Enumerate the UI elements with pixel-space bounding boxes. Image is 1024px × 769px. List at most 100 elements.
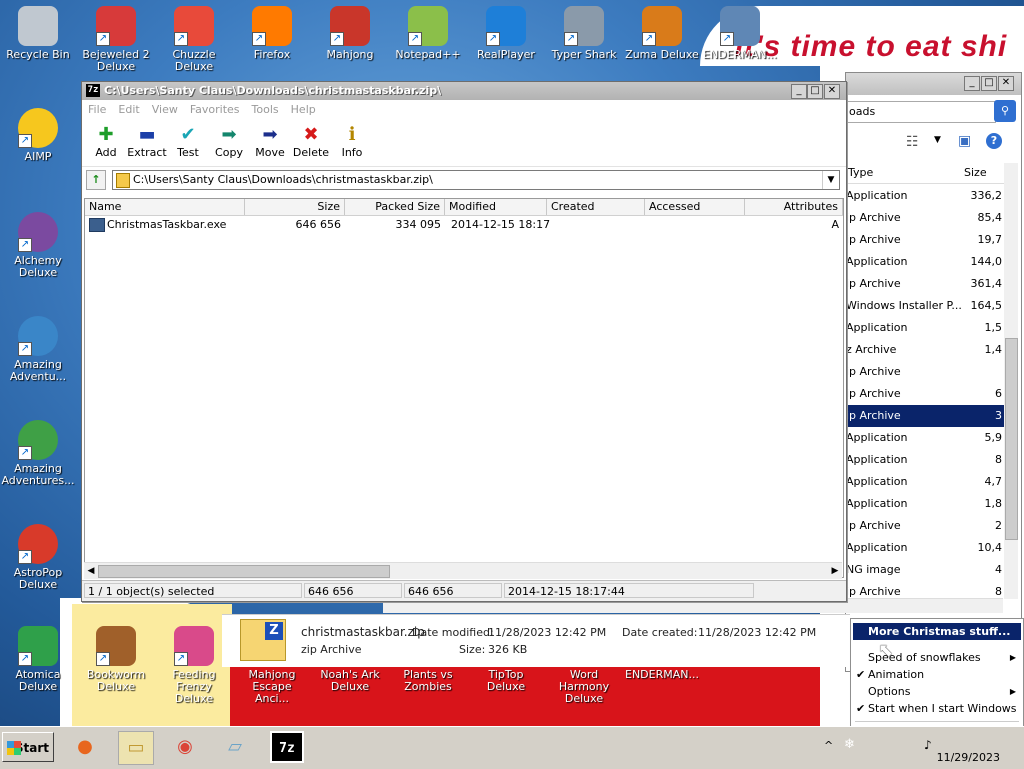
- chevron-down-icon[interactable]: ▼: [934, 135, 941, 145]
- list-item[interactable]: Application 5,9: [846, 427, 1004, 449]
- desktop-icon-typer-shark[interactable]: ↗ Typer Shark: [546, 0, 622, 61]
- scroll-right-arrow[interactable]: ▶: [828, 563, 842, 579]
- close-button[interactable]: ✕: [998, 76, 1014, 91]
- firefox-icon[interactable]: ●: [68, 731, 102, 763]
- explorer-vertical-scrollbar[interactable]: [1004, 163, 1018, 599]
- scroll-left-arrow[interactable]: ◀: [84, 563, 98, 579]
- shortcut-arrow-icon: ↗: [486, 32, 500, 46]
- column-size[interactable]: Size: [245, 199, 345, 215]
- menu-file[interactable]: File: [88, 100, 106, 120]
- menu-item-animation[interactable]: ✔ Animation: [853, 666, 1021, 683]
- list-item[interactable]: ip Archive: [846, 361, 1004, 383]
- menu-item-start-when-i-start-windows[interactable]: ✔ Start when I start Windows: [853, 700, 1021, 717]
- column-name[interactable]: Name: [85, 199, 245, 215]
- column-modified[interactable]: Modified: [445, 199, 547, 215]
- close-button[interactable]: ✕: [824, 84, 840, 99]
- list-item[interactable]: ip Archive 19,7: [846, 229, 1004, 251]
- list-item[interactable]: Windows Installer P... 164,5: [846, 295, 1004, 317]
- delete-button[interactable]: ✖ Delete: [291, 120, 331, 159]
- list-item[interactable]: NG image 4: [846, 559, 1004, 581]
- list-item[interactable]: Application 1,8: [846, 493, 1004, 515]
- start-button[interactable]: Start: [2, 732, 54, 762]
- menu-item-more-christmas-stuff[interactable]: More Christmas stuff...: [853, 623, 1021, 640]
- sevenzip-titlebar[interactable]: 7z C:\Users\Santy Claus\Downloads\christ…: [82, 82, 846, 100]
- copy-button[interactable]: ➡ Copy: [209, 120, 249, 159]
- list-item[interactable]: Application 4,7: [846, 471, 1004, 493]
- search-icon[interactable]: ⚲: [994, 100, 1016, 122]
- list-item[interactable]: ip Archive 2: [846, 515, 1004, 537]
- column-type[interactable]: Type: [848, 166, 873, 179]
- table-row[interactable]: ChristmasTaskbar.exe 646 656 334 095 2014-1…: [85, 216, 843, 233]
- info-button[interactable]: ℹ Info: [332, 120, 372, 159]
- list-item[interactable]: z Archive 1,4: [846, 339, 1004, 361]
- tray-expand-icon[interactable]: ^: [824, 739, 833, 752]
- desktop-icon-chuzzle-deluxe[interactable]: ↗ Chuzzle Deluxe: [156, 0, 232, 73]
- desktop-icon-feeding-frenzy-deluxe[interactable]: ↗ Feeding Frenzy Deluxe: [156, 620, 232, 705]
- horizontal-scrollbar[interactable]: ◀ ▶: [84, 562, 842, 579]
- file-explorer-icon[interactable]: ▭: [118, 731, 154, 765]
- minimize-button[interactable]: _: [791, 84, 807, 99]
- menu-tools[interactable]: Tools: [252, 100, 279, 120]
- column-created[interactable]: Created: [547, 199, 645, 215]
- desktop-icon-enderman[interactable]: ↗ ENDERMAN...: [702, 0, 778, 61]
- desktop-icon-bookworm-deluxe[interactable]: ↗ Bookworm Deluxe: [78, 620, 154, 693]
- sevenzip-window[interactable]: 7z C:\Users\Santy Claus\Downloads\christ…: [81, 81, 847, 602]
- menu-item-options[interactable]: Options ▶: [853, 683, 1021, 700]
- list-item[interactable]: Application 144,0: [846, 251, 1004, 273]
- scrollbar-thumb[interactable]: [98, 565, 390, 578]
- desktop-icon-alchemy-deluxe[interactable]: ↗ Alchemy Deluxe: [0, 206, 76, 279]
- list-item[interactable]: Application 8: [846, 449, 1004, 471]
- notepad-icon[interactable]: ▱: [218, 731, 252, 763]
- extract-button[interactable]: ▬ Extract: [127, 120, 167, 159]
- add-button[interactable]: ✚ Add: [86, 120, 126, 159]
- menu-favorites[interactable]: Favorites: [190, 100, 240, 120]
- explorer-search-field[interactable]: oads: [846, 101, 996, 123]
- move-button[interactable]: ➡ Move: [250, 120, 290, 159]
- desktop-icon-recycle-bin[interactable]: Recycle Bin: [0, 0, 76, 61]
- scrollbar-thumb[interactable]: [1005, 338, 1018, 540]
- minimize-button[interactable]: _: [964, 76, 980, 91]
- desktop-icon-atomica-deluxe[interactable]: ↗ Atomica Deluxe: [0, 620, 76, 693]
- desktop-icon-amazing-adventures[interactable]: ↗ Amazing Adventures...: [0, 414, 76, 487]
- test-button[interactable]: ✔ Test: [168, 120, 208, 159]
- list-item[interactable]: Application 10,4: [846, 537, 1004, 559]
- list-item[interactable]: Application 1,5: [846, 317, 1004, 339]
- detail-modified-value: 11/28/2023 12:42 PM: [488, 626, 607, 639]
- menu-view[interactable]: View: [152, 100, 178, 120]
- column-accessed[interactable]: Accessed: [645, 199, 745, 215]
- desktop-icon-astropop-deluxe[interactable]: ↗ AstroPop Deluxe: [0, 518, 76, 591]
- column-packed-size[interactable]: Packed Size: [345, 199, 445, 215]
- menu-help[interactable]: Help: [291, 100, 316, 120]
- list-item[interactable]: ip Archive 85,4: [846, 207, 1004, 229]
- desktop-icon-amazing-adventu[interactable]: ↗ Amazing Adventu...: [0, 310, 76, 383]
- list-item[interactable]: ip Archive 361,4: [846, 273, 1004, 295]
- desktop-icon-firefox[interactable]: ↗ Firefox: [234, 0, 310, 61]
- desktop-icon-aimp[interactable]: ↗ AIMP: [0, 102, 76, 163]
- desktop-icon-realplayer[interactable]: ↗ RealPlayer: [468, 0, 544, 61]
- desktop-icon-zuma-deluxe[interactable]: ↗ Zuma Deluxe: [624, 0, 700, 61]
- column-attributes[interactable]: Attributes: [745, 199, 843, 215]
- help-icon[interactable]: ?: [986, 133, 1002, 149]
- column-size[interactable]: Size: [964, 166, 987, 179]
- clock-date[interactable]: 11/29/2023: [937, 751, 1000, 764]
- up-folder-button[interactable]: ↑: [86, 170, 106, 190]
- address-bar[interactable]: C:\Users\Santy Claus\Downloads\christmas…: [112, 170, 840, 190]
- explorer-titlebar[interactable]: _ □ ✕: [846, 73, 1021, 95]
- desktop-icon-notepad[interactable]: ↗ Notepad++: [390, 0, 466, 61]
- chevron-down-icon[interactable]: ▼: [822, 171, 839, 189]
- snowflake-tray-icon[interactable]: ❄: [844, 737, 855, 752]
- list-item[interactable]: Application 336,2: [846, 185, 1004, 207]
- chrome-icon[interactable]: ◉: [168, 731, 202, 763]
- menu-edit[interactable]: Edit: [118, 100, 139, 120]
- list-item[interactable]: ip Archive 6: [846, 383, 1004, 405]
- explorer-window[interactable]: _ □ ✕ oads ⚲ ☷ ▼ ▣ ? Type Size Applicati…: [845, 72, 1022, 672]
- view-options-icon[interactable]: ☷: [906, 134, 919, 150]
- desktop-icon-mahjong[interactable]: ↗ Mahjong: [312, 0, 388, 61]
- speaker-icon[interactable]: ♪: [924, 738, 932, 752]
- sevenzip-taskbar-icon[interactable]: 7z: [270, 731, 304, 763]
- preview-pane-icon[interactable]: ▣: [958, 133, 971, 149]
- maximize-button[interactable]: □: [807, 84, 823, 99]
- list-item[interactable]: ip Archive 3: [846, 405, 1004, 427]
- desktop-icon-bejeweled-2-deluxe[interactable]: ↗ Bejeweled 2 Deluxe: [78, 0, 154, 73]
- maximize-button[interactable]: □: [981, 76, 997, 91]
